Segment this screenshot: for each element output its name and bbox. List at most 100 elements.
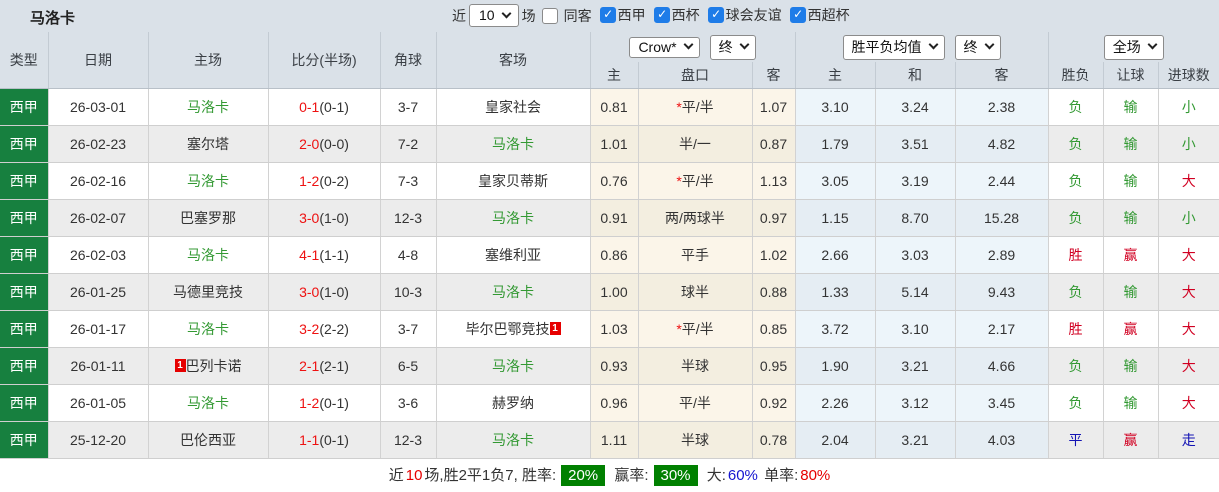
bookmaker-state-select[interactable]: 终 <box>709 34 756 60</box>
league-filter-item: 西杯 <box>653 5 700 25</box>
handicap-result-cell: 输 <box>1103 125 1159 163</box>
team-name[interactable]: 巴塞罗那 <box>180 210 236 226</box>
away-team-cell: 马洛卡 <box>436 125 591 163</box>
full-time-score: 0-1 <box>299 98 320 115</box>
handicap-home-odds-cell: 0.93 <box>590 347 639 385</box>
goals-result-cell: 大 <box>1158 162 1219 200</box>
chevron-down-icon <box>928 39 938 50</box>
league-checkbox[interactable] <box>599 7 616 23</box>
away-team-cell: 马洛卡 <box>436 347 591 385</box>
match-history-panel: 马洛卡 近 10 场 同客 西甲西杯球会友谊西超杯 类型 日期 主场 比 <box>0 0 1219 492</box>
home-team-cell: 塞尔塔 <box>148 125 269 163</box>
corner-cell: 7-2 <box>380 125 437 163</box>
match-date-cell: 26-01-17 <box>48 310 149 348</box>
handicap-line-cell: *平/半 <box>638 88 753 126</box>
avg-state-select[interactable]: 终 <box>954 34 1001 60</box>
team-name[interactable]: 巴列卡诺 <box>186 358 242 374</box>
table-row: 西甲 26-01-11 1 巴列卡诺 2-1(2-1) 6-5 马洛卡 0.93 半球 0.95 1… <box>0 347 1219 385</box>
col-header-handicap-result: 让球 <box>1103 62 1159 89</box>
team-name[interactable]: 马洛卡 <box>187 99 229 115</box>
half-time-score: (2-1) <box>319 357 349 374</box>
league-type-cell: 西甲 <box>0 347 49 385</box>
league-checkbox-label: 西甲 <box>617 7 646 23</box>
handicap-line-cell: 平手 <box>638 236 753 274</box>
team-name[interactable]: 马洛卡 <box>187 173 229 189</box>
col-header-avg-draw: 和 <box>875 62 956 89</box>
league-checkbox[interactable] <box>707 7 724 23</box>
avg-home-odds-cell: 3.10 <box>795 88 876 126</box>
result-cell: 负 <box>1048 384 1104 422</box>
corner-cell: 6-5 <box>380 347 437 385</box>
home-team-cell: 巴伦西亚 <box>148 421 269 459</box>
table-row: 西甲 26-01-05 马洛卡 1-2(0-1) 3-6 赫罗纳 0.96 平/半 0.92 2.… <box>0 384 1219 422</box>
handicap-result-cell: 输 <box>1103 199 1159 237</box>
corner-cell: 7-3 <box>380 162 437 200</box>
red-card-badge: 1 <box>174 358 186 372</box>
table-row: 西甲 26-01-17 马洛卡 3-2(2-2) 3-7 毕尔巴鄂竞技 1 1.03 *平/半 0… <box>0 310 1219 348</box>
summary-segment: 60% <box>727 466 758 484</box>
team-name[interactable]: 马洛卡 <box>187 247 229 263</box>
league-checkbox[interactable] <box>789 7 806 23</box>
team-name[interactable]: 赫罗纳 <box>492 395 534 411</box>
team-name[interactable]: 马洛卡 <box>492 358 534 374</box>
avg-home-odds-cell: 1.79 <box>795 125 876 163</box>
avg-odds-select[interactable]: 胜平负均值 <box>842 34 945 60</box>
team-name[interactable]: 毕尔巴鄂竞技 <box>466 321 550 337</box>
full-time-score: 4-1 <box>299 246 320 263</box>
match-date-cell: 25-12-20 <box>48 421 149 459</box>
handicap-line-cell: 半球 <box>638 421 753 459</box>
summary-segment: 大: <box>702 466 726 484</box>
match-count-value: 10 <box>479 7 495 23</box>
team-name[interactable]: 马洛卡 <box>492 284 534 300</box>
league-filter-group: 西甲 西杯 球会友谊 西超杯 <box>592 5 850 26</box>
goals-result-cell: 小 <box>1158 125 1219 163</box>
result-cell: 胜 <box>1048 310 1104 348</box>
team-name[interactable]: 马洛卡 <box>187 321 229 337</box>
corner-cell: 4-8 <box>380 236 437 274</box>
scope-select[interactable]: 全场 <box>1103 34 1164 60</box>
same-away-label: 同客 <box>563 7 592 24</box>
result-cell: 负 <box>1048 162 1104 200</box>
corner-cell: 3-6 <box>380 384 437 422</box>
handicap-away-odds-cell: 1.13 <box>752 162 796 200</box>
team-name[interactable]: 塞维利亚 <box>485 247 541 263</box>
match-count-select[interactable]: 10 <box>469 4 519 27</box>
team-name[interactable]: 皇家贝蒂斯 <box>478 173 548 189</box>
team-name[interactable]: 马洛卡 <box>492 210 534 226</box>
home-team-cell: 马洛卡 <box>148 236 269 274</box>
team-name[interactable]: 马德里竞技 <box>173 284 243 300</box>
goals-result-cell: 大 <box>1158 384 1219 422</box>
corner-cell: 12-3 <box>380 199 437 237</box>
away-team-cell: 马洛卡 <box>436 199 591 237</box>
league-filter-item: 西甲 <box>599 5 646 25</box>
bookmaker-select[interactable]: Crow* <box>629 36 700 58</box>
match-rows: 西甲 26-03-01 马洛卡 0-1(0-1) 3-7 皇家社会 0.81 *平/半 1.07… <box>0 88 1219 459</box>
same-away-checkbox[interactable] <box>541 7 558 24</box>
table-row: 西甲 26-01-25 马德里竞技 3-0(1-0) 10-3 马洛卡 1.00 球半 0.88… <box>0 273 1219 311</box>
team-name[interactable]: 皇家社会 <box>485 99 541 115</box>
chevron-down-icon <box>501 8 512 18</box>
table-row: 西甲 26-02-07 巴塞罗那 3-0(1-0) 12-3 马洛卡 0.91 两/两球半 0.… <box>0 199 1219 237</box>
goals-result-cell: 小 <box>1158 199 1219 237</box>
handicap-result-cell: 输 <box>1103 384 1159 422</box>
avg-home-odds-cell: 1.90 <box>795 347 876 385</box>
avg-home-odds-cell: 2.04 <box>795 421 876 459</box>
team-name[interactable]: 塞尔塔 <box>187 136 229 152</box>
league-type-cell: 西甲 <box>0 162 49 200</box>
handicap-away-odds-cell: 0.97 <box>752 199 796 237</box>
team-name[interactable]: 马洛卡 <box>492 136 534 152</box>
team-name[interactable]: 马洛卡 <box>492 432 534 448</box>
league-type-cell: 西甲 <box>0 384 49 422</box>
home-team-cell: 马洛卡 <box>148 88 269 126</box>
handicap-line-cell: 两/两球半 <box>638 199 753 237</box>
team-name[interactable]: 马洛卡 <box>187 395 229 411</box>
handicap-home-odds-cell: 1.00 <box>590 273 639 311</box>
avg-away-odds-cell: 4.82 <box>955 125 1049 163</box>
league-checkbox[interactable] <box>653 7 670 23</box>
handicap-away-odds-cell: 0.85 <box>752 310 796 348</box>
handicap-home-odds-cell: 1.01 <box>590 125 639 163</box>
corner-cell: 12-3 <box>380 421 437 459</box>
avg-draw-odds-cell: 3.24 <box>875 88 956 126</box>
team-name[interactable]: 巴伦西亚 <box>180 432 236 448</box>
match-date-cell: 26-02-23 <box>48 125 149 163</box>
